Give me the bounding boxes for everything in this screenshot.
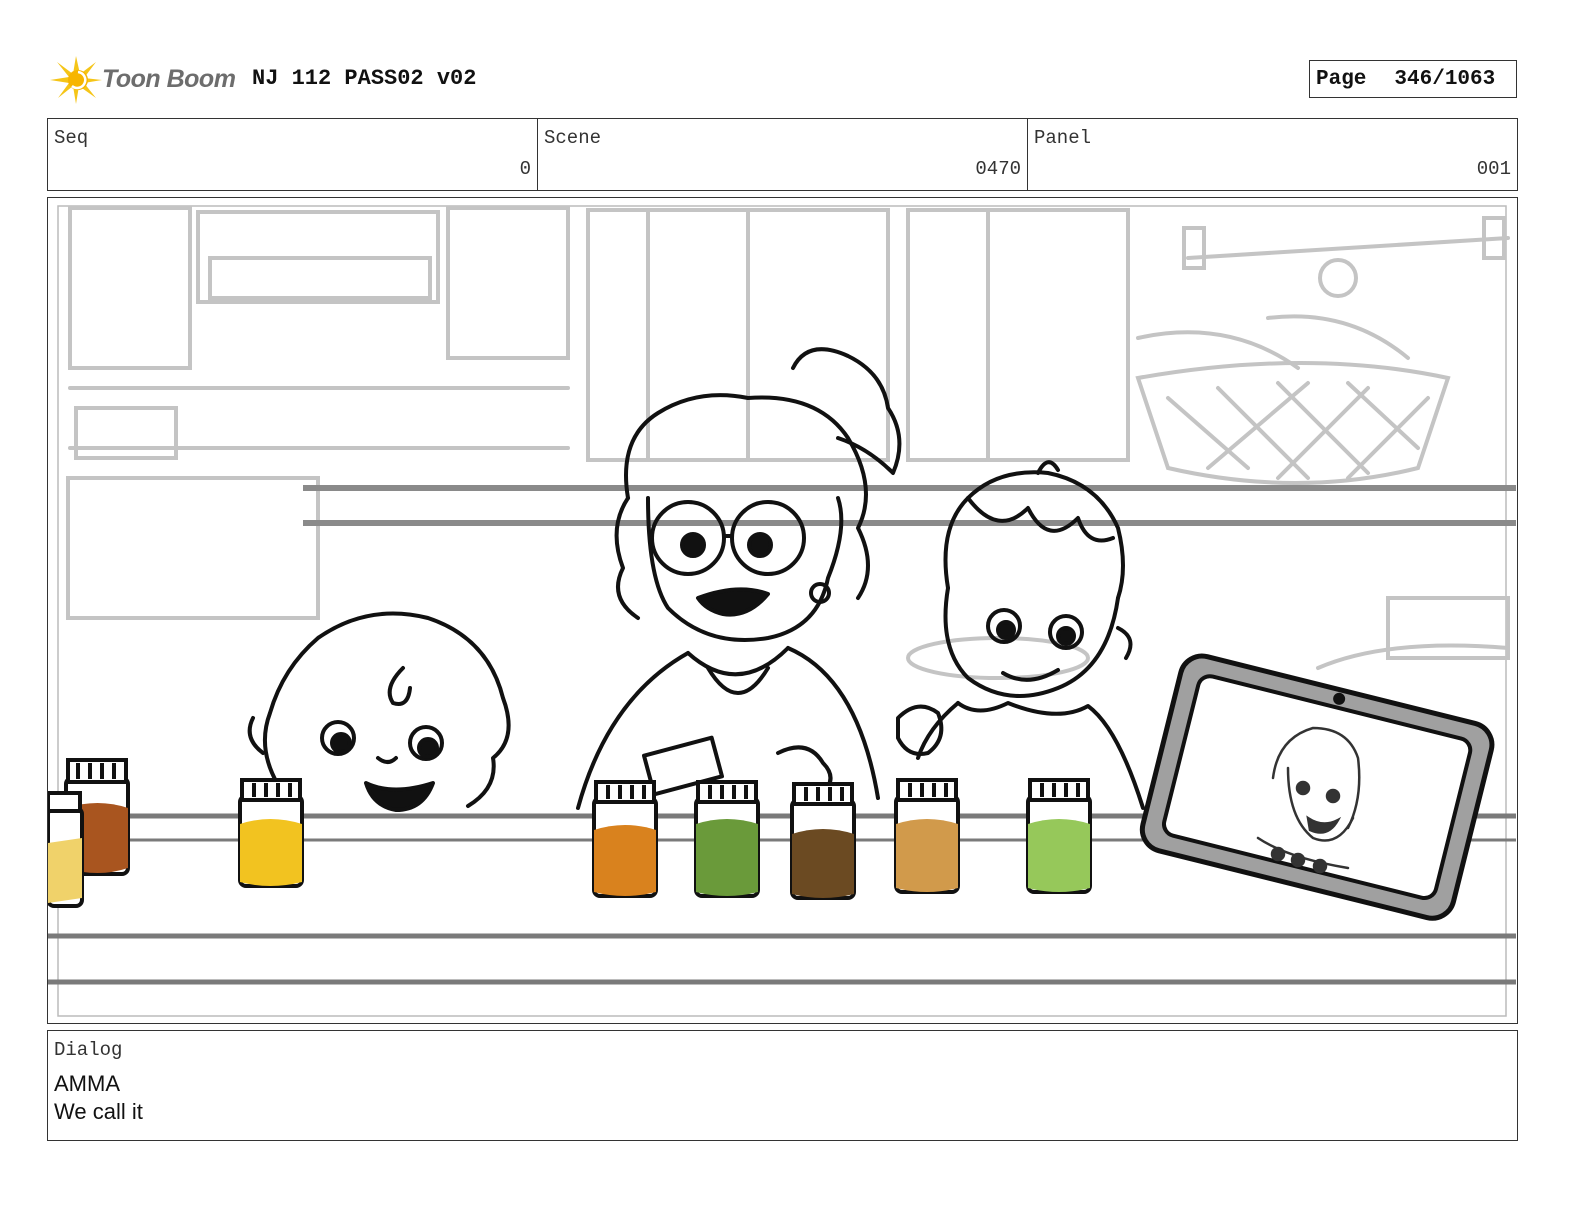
scene-cell: Scene 0470 — [538, 119, 1028, 190]
seq-label: Seq — [54, 127, 89, 149]
dialog-speaker: AMMA — [54, 1071, 120, 1096]
scene-value: 0470 — [975, 158, 1021, 180]
panel-label: Panel — [1034, 127, 1092, 149]
jar-brown — [790, 782, 856, 900]
jar-green — [694, 780, 760, 898]
seq-cell: Seq 0 — [48, 119, 538, 190]
scene-label: Scene — [544, 127, 602, 149]
page-label: Page — [1316, 67, 1367, 91]
page-number: 346/1063 — [1394, 67, 1496, 91]
logo-text: Toon Boom — [102, 65, 236, 93]
jar-tan — [894, 778, 960, 894]
page-indicator: Page 346/1063 — [1309, 60, 1517, 98]
storyboard-panel — [47, 197, 1518, 1024]
logo-burst-icon — [50, 56, 102, 104]
panel-value: 001 — [1476, 158, 1511, 180]
seq-value: 0 — [519, 158, 531, 180]
panel-cell: Panel 001 — [1028, 119, 1517, 190]
jar-light-green — [1026, 778, 1092, 894]
dialog-label: Dialog — [54, 1039, 123, 1061]
dialog-box: Dialog AMMA We call it — [47, 1030, 1518, 1141]
dialog-line: We call it — [54, 1099, 143, 1124]
jar-orange — [592, 780, 658, 898]
info-row: Seq 0 Scene 0470 Panel 001 — [47, 118, 1518, 191]
jar-yellow — [238, 778, 304, 888]
toon-boom-logo: Toon Boom — [48, 52, 238, 108]
project-title: NJ 112 PASS02 v02 — [252, 66, 477, 91]
jar-left-yellow — [48, 791, 84, 908]
panel-drawing — [48, 198, 1516, 1022]
